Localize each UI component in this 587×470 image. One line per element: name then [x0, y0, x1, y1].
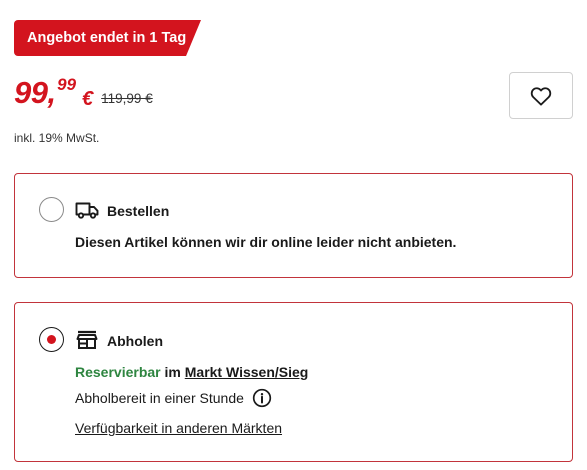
pickup-radio[interactable] [39, 327, 64, 352]
reservation-connector: im [160, 364, 185, 380]
pickup-option-card[interactable]: Abholen Reservierbar im Markt Wissen/Sie… [14, 302, 573, 462]
reservation-status: Reservierbar [75, 364, 161, 380]
pickup-ready-text: Abholbereit in einer Stunde [75, 390, 244, 406]
truck-icon [75, 202, 99, 219]
pickup-option-title: Abholen [107, 333, 163, 349]
promo-badge-label: Angebot endet in 1 Tag [27, 30, 187, 46]
pickup-ready-line: Abholbereit in einer Stunde [75, 388, 272, 408]
order-option-title: Bestellen [107, 203, 170, 219]
vat-note: inkl. 19% MwSt. [14, 131, 100, 145]
price-separator: , [47, 75, 57, 110]
order-radio[interactable] [39, 197, 64, 222]
order-option-card[interactable]: Bestellen Diesen Artikel können wir dir … [14, 173, 573, 278]
wishlist-button[interactable] [509, 72, 573, 119]
price-currency: € [82, 88, 94, 110]
availability-other-stores-link[interactable]: Verfügbarkeit in anderen Märkten [75, 420, 282, 436]
reservation-status-line: Reservierbar im Markt Wissen/Sieg [75, 364, 308, 380]
heart-icon [530, 86, 552, 106]
promo-badge: Angebot endet in 1 Tag [14, 20, 201, 56]
info-icon[interactable] [252, 388, 272, 408]
current-price: 99 , 99 € [14, 76, 93, 110]
old-price: 119,99 € [101, 91, 153, 106]
store-icon [76, 330, 98, 349]
price-integer: 99 [14, 75, 48, 110]
pickup-radio-dot [47, 335, 56, 344]
order-unavailable-message: Diesen Artikel können wir dir online lei… [75, 234, 457, 250]
store-link[interactable]: Markt Wissen/Sieg [185, 364, 309, 380]
price-row: 99 , 99 € 119,99 € [14, 76, 153, 110]
price-decimals: 99 [57, 75, 77, 94]
